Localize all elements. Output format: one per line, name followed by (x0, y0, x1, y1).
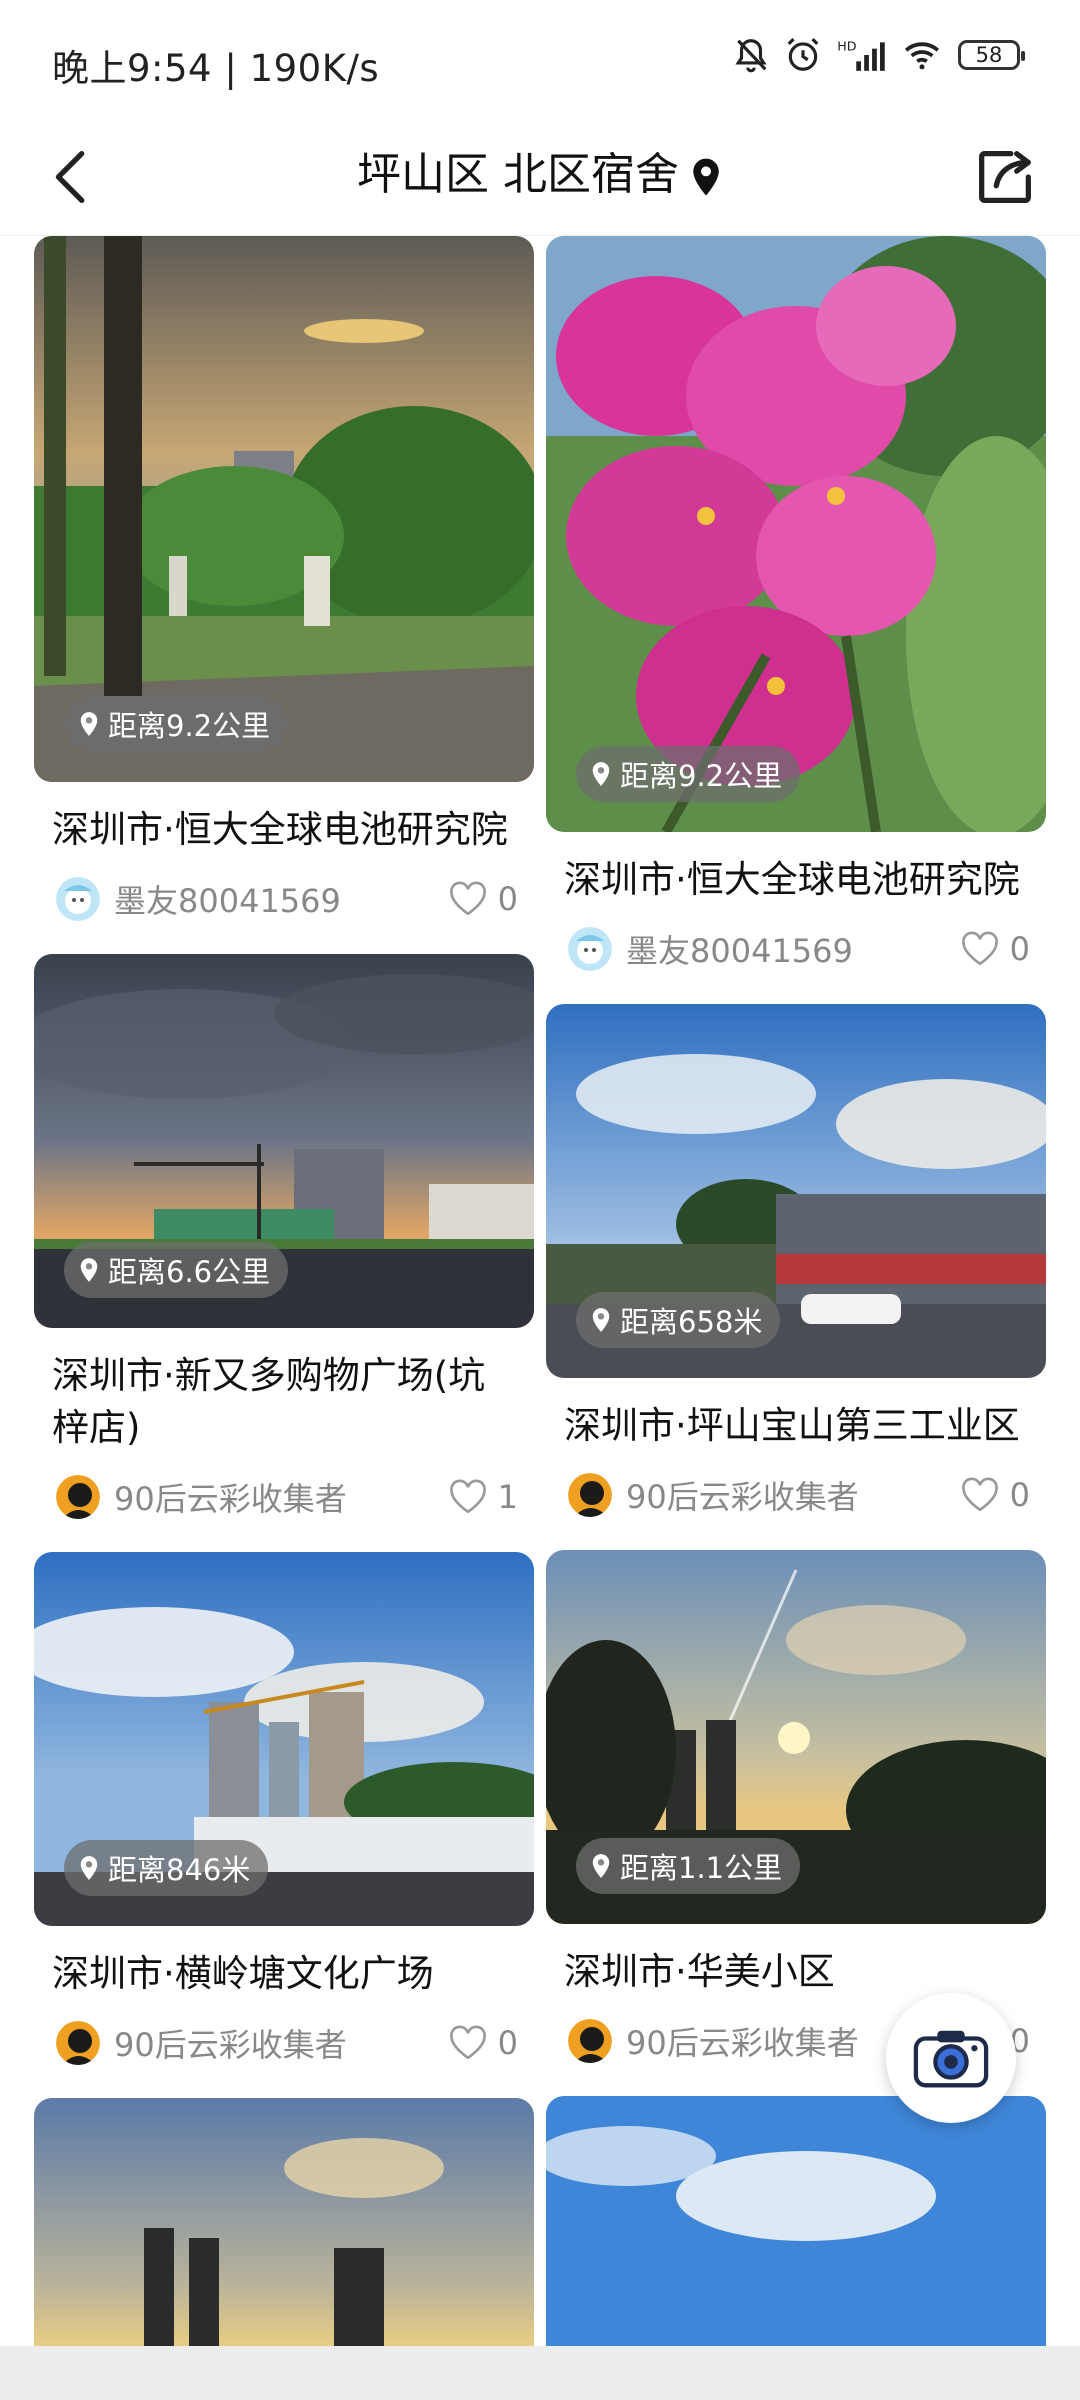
heart-icon (449, 1479, 486, 1514)
camera-icon (913, 2030, 989, 2088)
blue-sky-photo (546, 2096, 1046, 2346)
like-count: 0 (1009, 1476, 1030, 1514)
distance-text: 距离9.2公里 (108, 709, 271, 743)
share-icon[interactable] (970, 142, 1040, 212)
distance-text: 距离846米 (108, 1853, 251, 1887)
like-button[interactable]: 0 (448, 2024, 518, 2062)
distance-badge: 距离6.6公里 (64, 1242, 289, 1298)
distance-text: 距离658米 (620, 1305, 763, 1339)
photo-card[interactable] (34, 2098, 534, 2346)
card-title[interactable]: 深圳市·恒大全球电池研究院 (52, 804, 518, 856)
alarm-icon (787, 38, 819, 71)
author-name[interactable]: 墨友80041569 (626, 926, 960, 972)
location-pin-icon (80, 1258, 98, 1282)
nav-bar: 坪山区 北区宿舍 (0, 120, 1080, 236)
location-pin-icon (592, 1854, 610, 1878)
like-button[interactable]: 0 (448, 880, 518, 918)
card-title[interactable]: 深圳市·坪山宝山第三工业区 (564, 1400, 1030, 1452)
battery-indicator: 58 (958, 40, 1025, 70)
distance-text: 距离6.6公里 (108, 1255, 271, 1289)
like-count: 0 (497, 880, 518, 918)
card-meta: 墨友80041569 0 (568, 918, 1030, 980)
card-meta: 90后云彩收集者 1 (56, 1466, 518, 1528)
like-count: 0 (497, 2024, 518, 2062)
heart-icon (961, 1477, 998, 1512)
mute-bell-icon (735, 39, 767, 73)
card-meta: 墨友80041569 0 (56, 868, 518, 930)
card-photo[interactable]: 距离9.2公里 (546, 236, 1046, 832)
location-pin-icon (693, 158, 719, 196)
avatar[interactable] (56, 2021, 100, 2065)
status-bar: 晚上9:54 | 190K/s HD 58 (0, 0, 1080, 120)
like-button[interactable]: 0 (960, 930, 1030, 968)
heart-icon (961, 931, 998, 966)
avatar[interactable] (56, 1475, 100, 1519)
card-photo[interactable] (34, 2098, 534, 2346)
distance-badge: 距离9.2公里 (64, 696, 289, 752)
photo-card[interactable]: 距离9.2公里 深圳市·恒大全球电池研究院 墨友80041569 0 (34, 236, 534, 930)
card-title[interactable]: 深圳市·横岭塘文化广场 (52, 1948, 518, 2000)
avatar[interactable] (568, 927, 612, 971)
like-button[interactable]: 0 (960, 1476, 1030, 1514)
card-photo[interactable]: 距离658米 (546, 1004, 1046, 1378)
author-name[interactable]: 90后云彩收集者 (114, 2020, 448, 2066)
distance-badge: 距离846米 (64, 1840, 269, 1896)
svg-text:HD: HD (837, 38, 856, 53)
card-meta: 90后云彩收集者 0 (56, 2012, 518, 2074)
location-pin-icon (592, 762, 610, 786)
photo-card[interactable]: 距离6.6公里 深圳市·新又多购物广场(坑梓店) 90后云彩收集者 1 (34, 954, 534, 1528)
like-count: 1 (497, 1478, 518, 1516)
distance-badge: 距离9.2公里 (576, 746, 801, 802)
avatar[interactable] (56, 877, 100, 921)
distance-text: 距离9.2公里 (620, 759, 783, 793)
photo-card[interactable] (546, 2096, 1046, 2346)
pink-flowers-photo (546, 236, 1046, 832)
signal-hd-icon: HD (837, 38, 885, 71)
distance-badge: 距离658米 (576, 1292, 781, 1348)
like-count: 0 (1009, 930, 1030, 968)
card-title[interactable]: 深圳市·华美小区 (564, 1946, 1030, 1998)
distance-text: 距离1.1公里 (620, 1851, 783, 1885)
page-title-text: 坪山区 北区宿舍 (357, 149, 679, 200)
feed-column-left: 距离9.2公里 深圳市·恒大全球电池研究院 墨友80041569 0 距离6.6… (34, 236, 534, 2346)
status-time: 晚上9:54 | 190K/s (52, 47, 380, 90)
heart-icon (449, 2025, 486, 2060)
card-title[interactable]: 深圳市·新又多购物广场(坑梓店) (52, 1350, 518, 1454)
card-photo[interactable]: 距离6.6公里 (34, 954, 534, 1328)
like-button[interactable]: 1 (448, 1478, 518, 1516)
photo-card[interactable]: 距离1.1公里 深圳市·华美小区 90后云彩收集者 0 (546, 1550, 1046, 2072)
heart-icon (449, 881, 486, 916)
location-pin-icon (80, 1856, 98, 1880)
avatar[interactable] (568, 1473, 612, 1517)
sunset-towers-photo (34, 2098, 534, 2346)
wifi-icon (904, 42, 940, 70)
page-title[interactable]: 坪山区 北区宿舍 (0, 138, 1080, 202)
distance-badge: 距离1.1公里 (576, 1838, 801, 1894)
card-title[interactable]: 深圳市·恒大全球电池研究院 (564, 854, 1030, 906)
card-meta: 90后云彩收集者 0 (568, 1464, 1030, 1526)
location-pin-icon (80, 712, 98, 736)
author-name[interactable]: 90后云彩收集者 (114, 1474, 448, 1520)
card-photo[interactable]: 距离9.2公里 (34, 236, 534, 782)
bottom-gesture-bar (0, 2346, 1080, 2400)
photo-card[interactable]: 距离9.2公里 深圳市·恒大全球电池研究院 墨友80041569 0 (546, 236, 1046, 980)
author-name[interactable]: 墨友80041569 (114, 876, 448, 922)
status-icons: HD 58 (732, 36, 1025, 74)
camera-button[interactable] (886, 1993, 1016, 2123)
card-photo[interactable] (546, 2096, 1046, 2346)
photo-card[interactable]: 距离658米 深圳市·坪山宝山第三工业区 90后云彩收集者 0 (546, 1004, 1046, 1526)
card-photo[interactable]: 距离1.1公里 (546, 1550, 1046, 1924)
avatar[interactable] (568, 2019, 612, 2063)
author-name[interactable]: 90后云彩收集者 (626, 1472, 960, 1518)
photo-card[interactable]: 距离846米 深圳市·横岭塘文化广场 90后云彩收集者 0 (34, 1552, 534, 2074)
location-pin-icon (592, 1308, 610, 1332)
card-photo[interactable]: 距离846米 (34, 1552, 534, 1926)
